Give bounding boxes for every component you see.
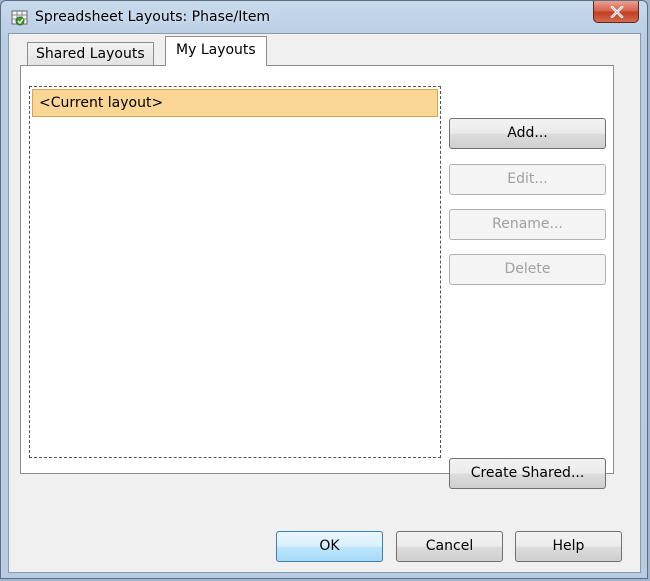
ok-button[interactable]: OK bbox=[276, 531, 383, 562]
tab-shared-layouts[interactable]: Shared Layouts bbox=[27, 42, 154, 65]
tab-my-layouts-label: My Layouts bbox=[176, 42, 256, 58]
layouts-listbox[interactable]: <Current layout> bbox=[29, 86, 441, 458]
close-icon bbox=[610, 6, 624, 18]
tab-shared-layouts-label: Shared Layouts bbox=[36, 46, 145, 62]
close-button[interactable] bbox=[593, 1, 639, 23]
tab-my-layouts[interactable]: My Layouts bbox=[165, 36, 267, 66]
cancel-button[interactable]: Cancel bbox=[396, 531, 503, 562]
title-bar[interactable]: Spreadsheet Layouts: Phase/Item bbox=[1, 1, 647, 33]
list-item-current-layout[interactable]: <Current layout> bbox=[32, 89, 438, 117]
window-title: Spreadsheet Layouts: Phase/Item bbox=[35, 9, 271, 25]
rename-button[interactable]: Rename... bbox=[449, 209, 606, 240]
delete-button[interactable]: Delete bbox=[449, 254, 606, 285]
edit-button[interactable]: Edit... bbox=[449, 164, 606, 195]
help-button[interactable]: Help bbox=[515, 531, 622, 562]
create-shared-button[interactable]: Create Shared... bbox=[449, 458, 606, 489]
spreadsheet-app-icon[interactable] bbox=[11, 9, 29, 27]
add-button[interactable]: Add... bbox=[449, 118, 606, 149]
